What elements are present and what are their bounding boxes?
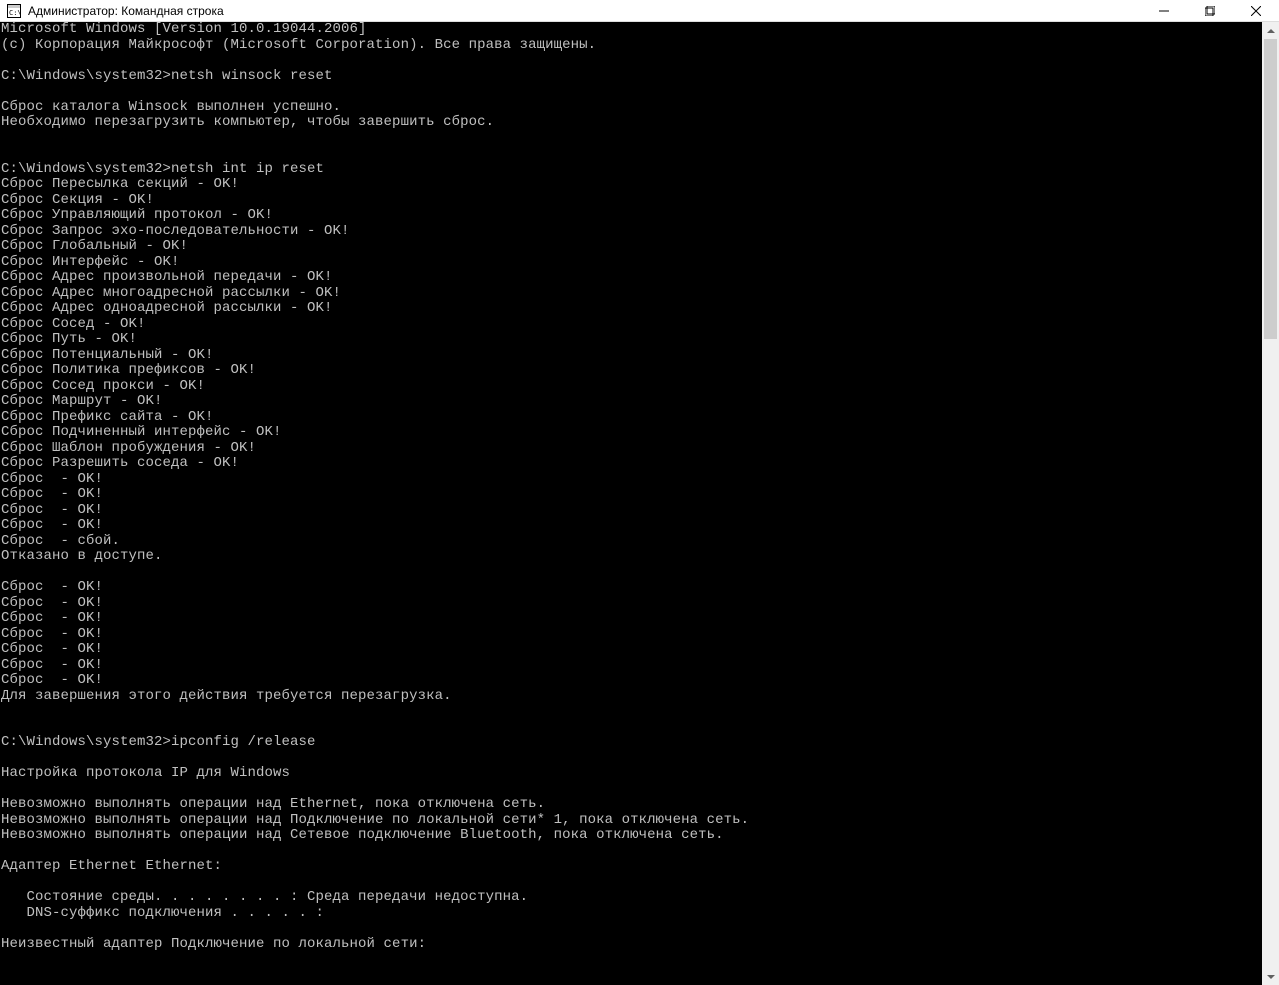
maximize-button[interactable]	[1187, 0, 1233, 22]
window-title: Администратор: Командная строка	[28, 4, 224, 18]
console-output[interactable]: Microsoft Windows [Version 10.0.19044.20…	[0, 22, 1262, 985]
close-button[interactable]	[1233, 0, 1279, 22]
scrollbar-down-button[interactable]	[1262, 968, 1279, 985]
minimize-button[interactable]	[1141, 0, 1187, 22]
close-icon	[1251, 6, 1261, 16]
cmd-window: C:\ Администратор: Командная строка Micr…	[0, 0, 1279, 985]
minimize-icon	[1159, 6, 1169, 16]
chevron-up-icon	[1267, 27, 1275, 35]
chevron-down-icon	[1267, 973, 1275, 981]
console-wrap: Microsoft Windows [Version 10.0.19044.20…	[0, 22, 1279, 985]
vertical-scrollbar[interactable]	[1262, 22, 1279, 985]
scrollbar-thumb[interactable]	[1264, 39, 1277, 339]
scrollbar-up-button[interactable]	[1262, 22, 1279, 39]
titlebar[interactable]: C:\ Администратор: Командная строка	[0, 0, 1279, 22]
svg-text:C:\: C:\	[9, 9, 21, 17]
maximize-icon	[1205, 6, 1215, 16]
cmd-icon: C:\	[6, 3, 22, 19]
